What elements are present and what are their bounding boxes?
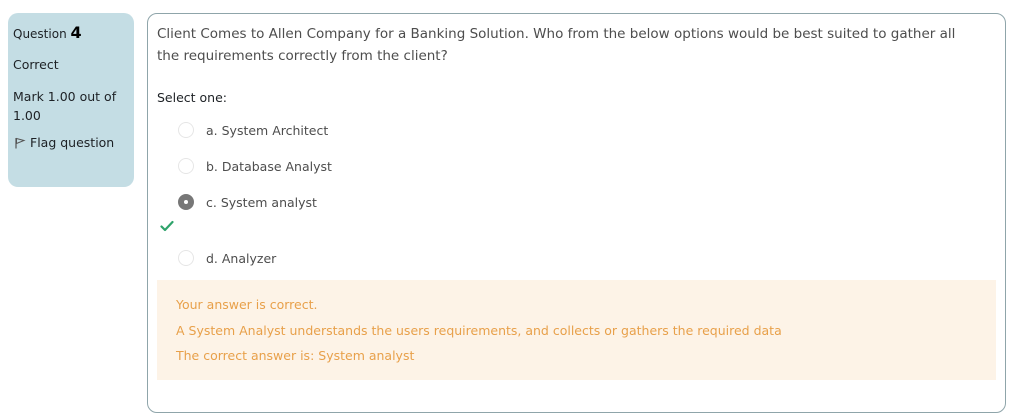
- answer-option-label: b. Database Analyst: [206, 158, 332, 174]
- question-grade: Mark 1.00 out of 1.00: [13, 89, 117, 123]
- feedback-right-answer: The correct answer is: System analyst: [176, 348, 415, 363]
- question-state: Correct: [13, 57, 59, 72]
- question-info-panel: Question 4 Correct Mark 1.00 out of 1.00…: [8, 13, 134, 187]
- answer-option-d[interactable]: d. Analyzer: [178, 248, 276, 268]
- question-number-line: Question 4: [13, 24, 129, 43]
- question-text: Client Comes to Allen Company for a Bank…: [157, 26, 956, 64]
- answer-option-a[interactable]: a. System Architect: [178, 120, 328, 140]
- radio-option-d[interactable]: [178, 250, 194, 266]
- flag-question-link[interactable]: Flag question: [13, 135, 129, 151]
- flag-question-label: Flag question: [30, 135, 115, 150]
- answer-option-label: d. Analyzer: [206, 250, 277, 266]
- answer-option-c[interactable]: c. System analyst: [178, 192, 317, 212]
- question-label: Question: [13, 27, 67, 41]
- feedback-result: Your answer is correct.: [176, 297, 318, 312]
- answer-option-b[interactable]: b. Database Analyst: [178, 156, 332, 176]
- flag-icon: [14, 137, 26, 149]
- radio-option-b[interactable]: [178, 158, 194, 174]
- select-one-prompt: Select one:: [157, 90, 228, 105]
- feedback-explanation: A System Analyst understands the users r…: [176, 322, 782, 338]
- radio-option-c[interactable]: [178, 194, 194, 210]
- radio-option-a[interactable]: [178, 122, 194, 138]
- question-content-panel: Client Comes to Allen Company for a Bank…: [147, 13, 1006, 413]
- feedback-box: Your answer is correct. A System Analyst…: [157, 280, 996, 380]
- correct-check-icon: [160, 217, 174, 232]
- question-number: 4: [70, 23, 82, 42]
- answer-option-label: c. System analyst: [206, 194, 317, 210]
- answer-option-label: a. System Architect: [206, 122, 329, 138]
